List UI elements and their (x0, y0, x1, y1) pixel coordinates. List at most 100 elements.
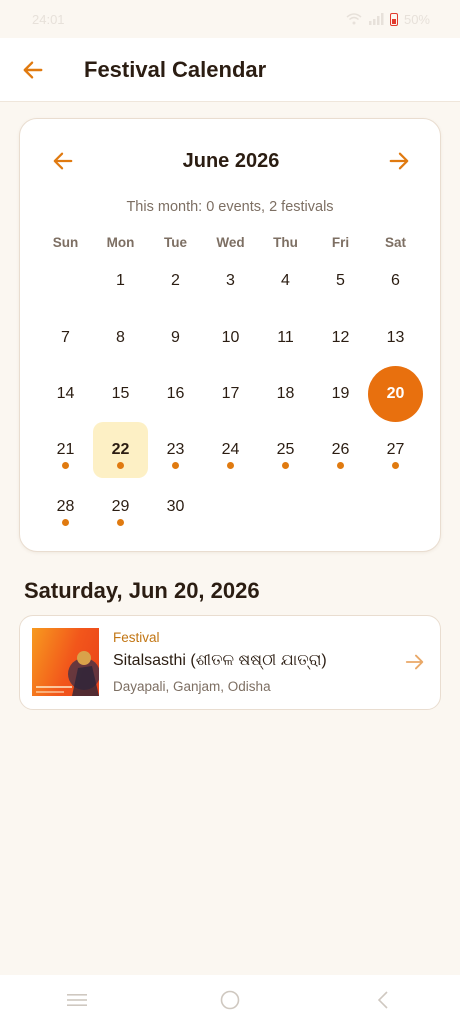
calendar-day[interactable]: 14 (38, 366, 93, 422)
calendar-day[interactable]: 5 (313, 253, 368, 309)
calendar-day-number: 20 (386, 384, 405, 402)
calendar-day-number: 18 (276, 384, 295, 402)
page-title: Festival Calendar (84, 56, 267, 82)
calendar-day[interactable]: 18 (258, 366, 313, 422)
event-thumbnail-art (36, 651, 99, 696)
calendar-day[interactable]: 19 (313, 366, 368, 422)
calendar-day[interactable]: 9 (148, 309, 203, 365)
weekday-label: Sun (52, 235, 79, 250)
festival-indicator-dot (117, 462, 124, 470)
calendar-day-number: 13 (386, 328, 405, 346)
calendar-day[interactable]: 16 (148, 366, 203, 422)
calendar-day-number: 17 (221, 384, 240, 402)
calendar-day-today[interactable]: 22 (93, 422, 148, 479)
calendar-day[interactable]: 27 (368, 422, 423, 478)
previous-month-button[interactable] (50, 148, 76, 174)
calendar-day-number: 5 (336, 272, 345, 290)
system-back-button[interactable] (363, 980, 403, 1020)
calendar-day-number: 8 (116, 328, 125, 346)
festival-indicator-dot (172, 462, 179, 470)
festival-indicator-dot (337, 462, 344, 470)
calendar-day-number: 21 (56, 441, 75, 459)
festival-indicator-dot (62, 518, 69, 526)
calendar-day-number: 30 (166, 497, 185, 515)
event-card[interactable]: Festival Sitalsasthi (ଶୀତଳ ଷଷ୍ଠୀ ଯାତ୍ରା)… (19, 615, 441, 710)
calendar-day-number: 24 (221, 441, 240, 459)
calendar-day[interactable]: 12 (313, 309, 368, 365)
calendar-card: June 2026 This month: 0 events, 2 festiv… (19, 118, 441, 552)
calendar-day[interactable]: 26 (313, 422, 368, 478)
system-nav-bar (0, 975, 460, 1024)
calendar-day-number: 25 (276, 441, 295, 459)
calendar-day[interactable]: 11 (258, 309, 313, 365)
calendar-day[interactable]: 28 (38, 479, 93, 535)
calendar-day[interactable]: 29 (93, 479, 148, 535)
calendar-day[interactable]: 21 (38, 422, 93, 478)
calendar-day[interactable]: 30 (148, 479, 203, 535)
next-month-button[interactable] (386, 148, 412, 174)
home-button[interactable] (210, 980, 250, 1020)
weekday-label: Mon (106, 235, 135, 250)
weekday-label: Tue (164, 235, 187, 250)
calendar-day-number: 7 (61, 328, 70, 346)
month-summary: This month: 0 events, 2 festivals (126, 199, 334, 215)
calendar-day[interactable]: 6 (368, 253, 423, 309)
weekday-label: Thu (273, 235, 298, 250)
calendar-day-number: 12 (331, 328, 350, 346)
back-button[interactable] (20, 57, 46, 83)
event-thumbnail (32, 628, 99, 696)
calendar-day[interactable]: 1 (93, 253, 148, 309)
calendar-day[interactable]: 7 (38, 309, 93, 365)
calendar-day-selected[interactable]: 20 (368, 365, 423, 423)
calendar-day[interactable]: 17 (203, 366, 258, 422)
weekday-label: Fri (331, 235, 350, 250)
calendar-day[interactable]: 3 (203, 253, 258, 309)
calendar-day-number: 22 (111, 441, 130, 459)
month-title: June 2026 (182, 149, 280, 172)
signal-icon (368, 13, 384, 25)
calendar-day[interactable]: 25 (258, 422, 313, 478)
calendar-day-number: 19 (331, 384, 350, 402)
calendar-day-number: 9 (171, 328, 180, 346)
weekday-header: Sun Mon Tue Wed Thu Fri Sat (38, 235, 423, 250)
calendar-day-number: 15 (111, 384, 130, 402)
calendar-day-number: 10 (221, 328, 240, 346)
festival-indicator-dot (62, 462, 69, 470)
calendar-empty-cell (38, 253, 93, 309)
calendar-day[interactable]: 15 (93, 366, 148, 422)
calendar-header: June 2026 (20, 143, 440, 179)
status-time: 24:01 (32, 11, 65, 27)
festival-indicator-dot (117, 518, 124, 526)
calendar-day[interactable]: 10 (203, 309, 258, 365)
calendar-day-number: 11 (277, 328, 294, 346)
event-title: Sitalsasthi (ଶୀତଳ ଷଷ୍ଠୀ ଯାତ୍ରା) (113, 652, 327, 669)
battery-level: 50% (403, 11, 430, 27)
calendar-grid: 1 2 3 4 5 6 7 8 9 10 11 12 13 14 15 16 17 18 19 20 21 22 23 24 2… (38, 253, 423, 535)
calendar-day[interactable]: 23 (148, 422, 203, 478)
calendar-day[interactable]: 4 (258, 253, 313, 309)
event-location: Dayapali, Ganjam, Odisha (113, 679, 271, 694)
arrow-right-icon (389, 152, 409, 170)
app-bar: Festival Calendar (0, 38, 460, 102)
calendar-day-number: 16 (166, 384, 185, 402)
calendar-day[interactable]: 24 (203, 422, 258, 478)
arrow-right-icon (405, 654, 424, 670)
event-category: Festival (113, 630, 160, 645)
weekday-label: Sat (384, 235, 406, 250)
calendar-day-number: 29 (111, 497, 130, 515)
calendar-day[interactable]: 13 (368, 309, 423, 365)
calendar-day-number: 2 (171, 272, 180, 290)
calendar-day-number: 1 (116, 272, 125, 290)
festival-indicator-dot (227, 462, 234, 470)
calendar-day-number: 23 (166, 441, 185, 459)
arrow-left-icon (53, 152, 73, 170)
calendar-day-number: 6 (391, 272, 400, 290)
calendar-day-number: 3 (226, 272, 235, 290)
recent-apps-button[interactable] (57, 980, 97, 1020)
calendar-day-number: 26 (331, 441, 350, 459)
calendar-day[interactable]: 8 (93, 309, 148, 365)
calendar-day-number: 14 (56, 384, 75, 402)
calendar-day[interactable]: 2 (148, 253, 203, 309)
arrow-left-icon (23, 60, 43, 79)
menu-icon (66, 993, 87, 1006)
